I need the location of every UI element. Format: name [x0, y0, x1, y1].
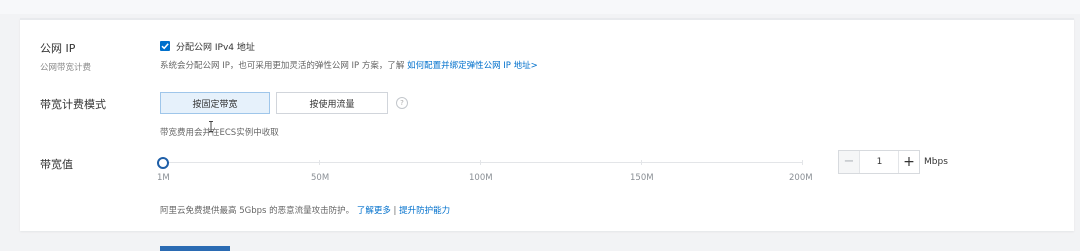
- public-ip-label: 公网 IP: [40, 42, 76, 55]
- bandwidth-label: 带宽值: [40, 158, 73, 171]
- check-icon: [161, 43, 169, 50]
- bandwidth-slider-handle[interactable]: [157, 157, 169, 169]
- help-icon[interactable]: ?: [396, 97, 408, 109]
- public-ip-sub-label: 公网带宽计费: [40, 63, 92, 73]
- upgrade-protection-link[interactable]: 提升防护能力: [399, 206, 450, 216]
- public-ip-hint: 系统会分配公网 IP，也可采用更加灵活的弹性公网 IP 方案，了解 如何配置并绑…: [160, 59, 538, 71]
- assign-ipv4-label[interactable]: 分配公网 IPv4 地址: [176, 40, 255, 53]
- learn-more-link[interactable]: 了解更多: [357, 206, 391, 216]
- decrement-button[interactable]: −: [839, 151, 860, 173]
- tick-label-200m: 200M: [789, 173, 813, 183]
- tick-label-1m: 1M: [157, 173, 170, 183]
- bandwidth-unit: Mbps: [924, 157, 948, 167]
- fixed-bandwidth-button[interactable]: 按固定带宽: [160, 92, 270, 114]
- tick-label-50m: 50M: [311, 173, 330, 183]
- slider-tick: [480, 160, 481, 165]
- ddos-note-text: 阿里云免费提供最高 5Gbps 的恶意流量攻击防护。: [160, 206, 355, 216]
- ddos-protection-note: 阿里云免费提供最高 5Gbps 的恶意流量攻击防护。 了解更多 | 提升防护能力: [160, 204, 450, 216]
- tick-label-100m: 100M: [469, 173, 493, 183]
- link-separator: |: [393, 206, 397, 216]
- configure-eip-link[interactable]: 如何配置并绑定弹性公网 IP 地址>: [407, 61, 538, 71]
- billing-mode-label: 带宽计费模式: [40, 98, 106, 111]
- bandwidth-slider-track[interactable]: [166, 162, 802, 163]
- billing-note: 带宽费用会并在ECS实例中收取: [160, 128, 279, 138]
- increment-button[interactable]: +: [898, 151, 919, 173]
- pay-by-traffic-button[interactable]: 按使用流量: [276, 92, 388, 114]
- assign-ipv4-checkbox[interactable]: [160, 41, 170, 51]
- bandwidth-value-input[interactable]: 1: [860, 151, 899, 173]
- next-section-button-edge[interactable]: [160, 246, 230, 251]
- top-background-band: [0, 0, 1080, 14]
- text-cursor-icon: [209, 121, 213, 132]
- slider-tick: [802, 160, 803, 165]
- bandwidth-stepper[interactable]: − 1 +: [838, 150, 920, 174]
- slider-tick: [641, 160, 642, 165]
- tick-label-150m: 150M: [630, 173, 654, 183]
- slider-tick: [319, 160, 320, 165]
- public-ip-hint-text: 系统会分配公网 IP，也可采用更加灵活的弹性公网 IP 方案，了解: [160, 61, 408, 71]
